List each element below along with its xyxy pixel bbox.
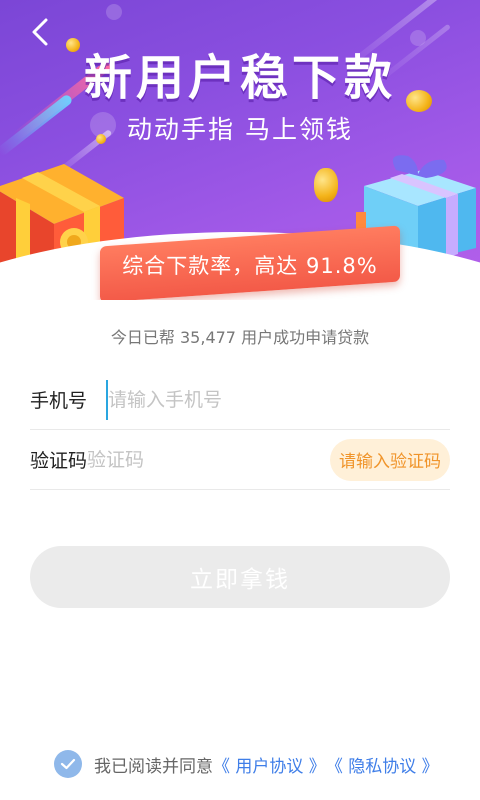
phone-label: 手机号	[30, 390, 88, 412]
checkmark-circle-icon[interactable]	[54, 750, 82, 778]
agreement-row: 我已阅读并同意 《 用户协议 》 《 隐私协议 》	[54, 748, 439, 780]
privacy-policy-link[interactable]: 《 隐私协议 》	[326, 752, 439, 777]
submit-button[interactable]: 立即拿钱	[30, 546, 450, 608]
phone-row: 手机号	[30, 370, 450, 430]
rate-text: 综合下款率，高达 91.8%	[122, 254, 378, 278]
phone-input[interactable]	[106, 379, 450, 420]
code-label: 验证码	[30, 450, 88, 472]
rate-ribbon: 综合下款率，高达 91.8%	[100, 225, 400, 300]
code-row: 验证码 请输入验证码	[30, 430, 450, 490]
send-code-button[interactable]: 请输入验证码	[330, 438, 450, 481]
coin-icon	[314, 168, 338, 202]
agreement-text: 我已阅读并同意	[94, 756, 213, 777]
user-agreement-link[interactable]: 《 用户协议 》	[213, 752, 326, 777]
hero-title: 新用户稳下款	[83, 50, 396, 106]
hero-subtitle: 动动手指 马上领钱	[127, 115, 353, 144]
checkmark-icon	[60, 758, 76, 770]
stats-line: 今日已帮 35,477 用户成功申请贷款	[110, 328, 370, 347]
decor-bubble	[106, 4, 122, 20]
code-input[interactable]	[87, 439, 330, 480]
hero-banner: 新用户稳下款 动动手指 马上领钱 综合下款率，高达 91.8%	[0, 0, 480, 300]
